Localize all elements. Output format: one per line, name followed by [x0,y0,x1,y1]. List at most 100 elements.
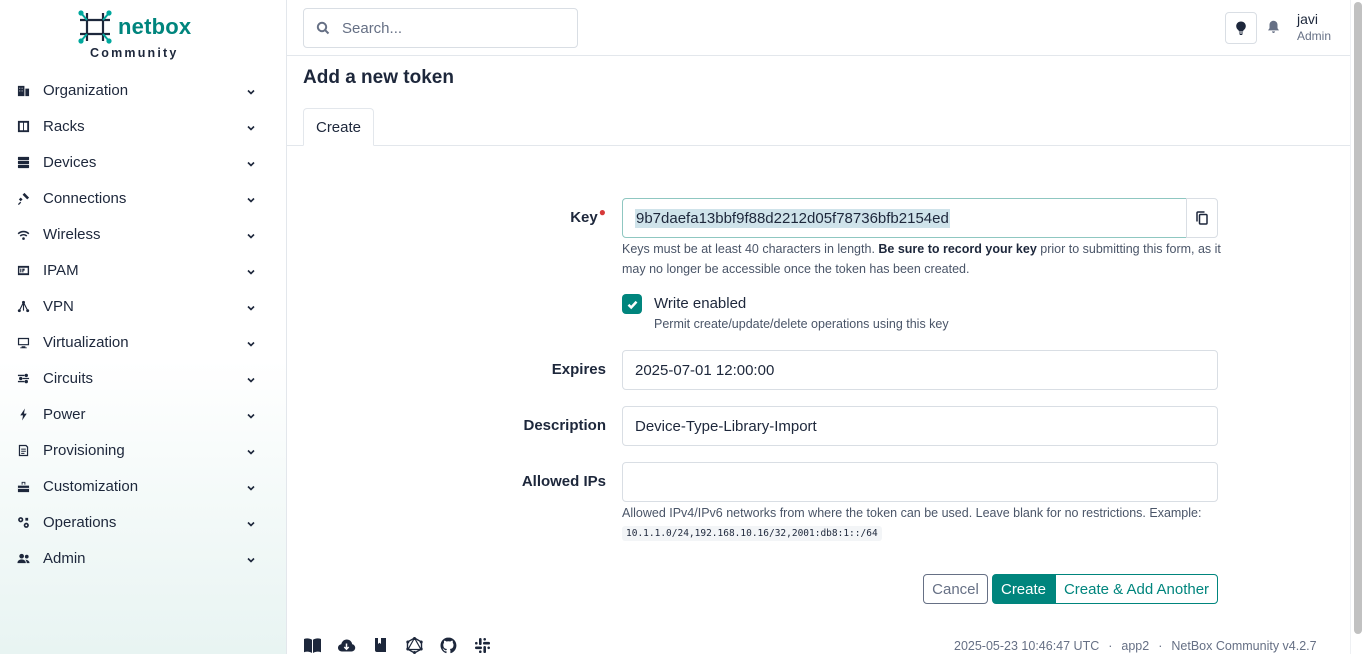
key-help-bold: Be sure to record your key [878,242,1037,256]
ipam-icon [16,263,30,277]
provisioning-icon [16,443,30,457]
brand-subtitle: Community [90,46,179,60]
sidebar-item-vpn[interactable]: VPN [0,288,286,324]
github-icon[interactable] [439,637,458,654]
connections-icon [16,191,30,205]
sidebar-item-label: Admin [43,549,86,567]
sidebar-item-label: Organization [43,81,129,99]
devices-icon [16,155,30,169]
brand-name: netbox [118,14,192,39]
chevron-down-icon [246,228,256,239]
search-box[interactable] [303,8,578,48]
create-button[interactable]: Create [992,574,1055,604]
user-role: Admin [1297,29,1332,43]
search-input[interactable] [342,19,562,37]
required-indicator: ● [598,205,606,219]
tab-create[interactable]: Create [303,108,374,146]
chevron-down-icon [246,372,256,383]
tabs-divider [287,145,1350,146]
sidebar: netbox Community Organization Racks Devi… [0,0,287,654]
sidebar-item-wireless[interactable]: Wireless [0,216,286,252]
customization-icon [16,479,30,493]
write-enabled-help: Permit create/update/delete operations u… [654,317,949,331]
user-name[interactable]: javi [1297,11,1318,27]
theme-toggle-button[interactable] [1225,12,1257,44]
operations-icon [16,515,30,529]
write-enabled-checkbox[interactable] [622,294,642,314]
key-help-pre: Keys must be at least 40 characters in l… [622,242,879,256]
sidebar-item-provisioning[interactable]: Provisioning [0,432,286,468]
sidebar-item-admin[interactable]: Admin [0,540,286,576]
search-icon [316,21,330,35]
sidebar-item-label: Operations [43,513,117,531]
footer-separator: · [1108,639,1113,653]
admin-icon [16,551,30,565]
sidebar-item-label: Connections [43,189,127,207]
sidebar-item-customization[interactable]: Customization [0,468,286,504]
copy-key-button[interactable] [1186,198,1218,238]
chevron-down-icon [246,480,256,491]
sidebar-item-power[interactable]: Power [0,396,286,432]
allowed-ips-field[interactable] [622,462,1218,502]
chevron-down-icon [246,552,256,563]
expires-field[interactable]: 2025-07-01 12:00:00 [622,350,1218,390]
chevron-down-icon [246,516,256,527]
top-header: javi Admin [287,0,1350,56]
allowed-ips-label: Allowed IPs [521,473,606,490]
key-help-text: Keys must be at least 40 characters in l… [622,239,1222,279]
sidebar-item-connections[interactable]: Connections [0,180,286,216]
sidebar-item-label: Devices [43,153,97,171]
netbox-logo-icon [78,10,112,44]
brand-logo-link[interactable]: netbox Community [78,10,218,62]
chevron-down-icon [246,84,256,95]
description-label: Description [523,417,606,434]
chevron-down-icon [246,264,256,275]
docs-book-icon[interactable] [303,637,322,654]
lightbulb-icon [1236,21,1246,35]
footer-separator: · [1158,639,1163,653]
sidebar-item-ipam[interactable]: IPAM [0,252,286,288]
key-field[interactable]: 9b7daefa13bbf9f88d2212d05f78736bfb2154ed [622,198,1187,238]
footer-links [303,636,492,654]
footer-info: 2025-05-23 10:46:47 UTC · app2 · NetBox Comm… [954,639,1317,653]
sidebar-item-racks[interactable]: Racks [0,108,286,144]
sidebar-item-organization[interactable]: Organization [0,72,286,108]
sidebar-item-circuits[interactable]: Circuits [0,360,286,396]
write-enabled-label[interactable]: Write enabled [654,295,746,312]
footer-version: NetBox Community v4.2.7 [1171,639,1317,653]
allowed-ips-example: 10.1.1.0/24,192.168.10.16/32,2001:db8:1:… [622,526,882,541]
circuits-icon [16,371,30,385]
expires-label: Expires [551,361,606,378]
sidebar-item-label: VPN [43,297,74,315]
chevron-down-icon [246,120,256,131]
chevron-down-icon [246,300,256,311]
power-icon [16,407,30,421]
key-label: Key● [406,205,606,226]
sidebar-item-virtualization[interactable]: Virtualization [0,324,286,360]
sidebar-item-label: IPAM [43,261,79,279]
copy-icon [1196,211,1208,225]
notifications-bell-icon[interactable] [1267,20,1281,36]
sidebar-item-label: Racks [43,117,85,135]
chevron-down-icon [246,156,256,167]
sidebar-item-devices[interactable]: Devices [0,144,286,180]
footer-timestamp: 2025-05-23 10:46:47 UTC [954,639,1100,653]
cloud-download-icon[interactable] [337,637,356,654]
organization-icon [16,83,30,97]
sidebar-item-label: Power [43,405,86,423]
sidebar-item-operations[interactable]: Operations [0,504,286,540]
footer-node: app2 [1121,639,1150,653]
virtualization-icon [16,335,30,349]
scrollbar-thumb[interactable] [1354,2,1362,634]
sidebar-item-label: Circuits [43,369,94,387]
page-scrollbar[interactable] [1350,0,1364,654]
create-and-add-another-button[interactable]: Create & Add Another [1055,574,1218,604]
slack-icon[interactable] [473,637,492,654]
page-title: Add a new token [303,67,454,88]
api-book-icon[interactable] [371,637,390,654]
graphql-icon[interactable] [405,636,424,654]
key-label-text: Key [570,209,598,226]
description-field[interactable]: Device-Type-Library-Import [622,406,1218,446]
vpn-icon [16,299,30,313]
cancel-button[interactable]: Cancel [923,574,988,604]
